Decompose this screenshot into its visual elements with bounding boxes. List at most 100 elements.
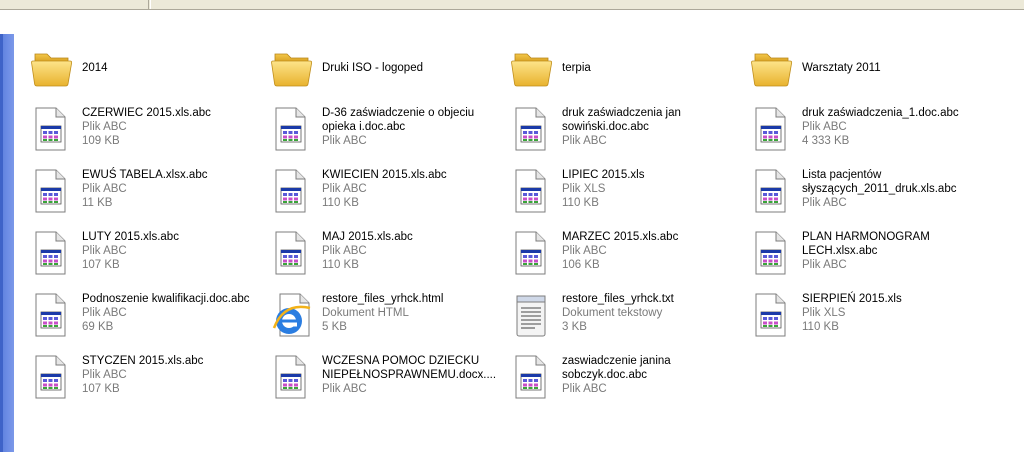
item-size: 11 KB bbox=[82, 197, 113, 209]
spreadsheet-file-icon bbox=[750, 106, 794, 156]
item-name: druk zaświadczenia_1.doc.abc bbox=[802, 107, 959, 119]
spreadsheet-file-icon bbox=[30, 354, 74, 404]
item-type: Plik ABC bbox=[322, 245, 367, 257]
file-item[interactable]: restore_files_yrhck.txt Dokument tekstowy… bbox=[502, 292, 740, 352]
item-type: Plik ABC bbox=[82, 307, 127, 319]
file-item[interactable]: MAJ 2015.xls.abc Plik ABC 110 KB bbox=[262, 230, 500, 290]
spreadsheet-file-icon bbox=[30, 106, 74, 156]
file-item[interactable]: WCZESNA POMOC DZIECKU NIEPEŁNOSPRAWNEMU.d… bbox=[262, 354, 500, 414]
internet-explorer-html-icon bbox=[270, 292, 314, 342]
item-details: Druki ISO - logoped bbox=[322, 61, 502, 75]
file-item[interactable]: MARZEC 2015.xls.abc Plik ABC 106 KB bbox=[502, 230, 740, 290]
spreadsheet-file-icon bbox=[30, 230, 74, 280]
spreadsheet-file-icon bbox=[510, 106, 554, 156]
item-type: Plik ABC bbox=[802, 197, 847, 209]
file-item[interactable]: druk zaświadczenia jan sowiński.doc.abc Pl… bbox=[502, 106, 740, 166]
item-details: CZERWIEC 2015.xls.abc Plik ABC 109 KB bbox=[82, 106, 262, 148]
item-type: Plik ABC bbox=[322, 383, 367, 395]
item-details: EWUŚ TABELA.xlsx.abc Plik ABC 11 KB bbox=[82, 168, 262, 210]
folder-icon bbox=[510, 44, 554, 94]
item-type: Dokument HTML bbox=[322, 307, 409, 319]
item-name: PLAN HARMONOGRAM bbox=[802, 231, 930, 243]
file-item[interactable]: druk zaświadczenia_1.doc.abc Plik ABC 4 33… bbox=[742, 106, 980, 166]
item-name-line2: opieka i.doc.abc bbox=[322, 121, 406, 133]
spreadsheet-file-icon bbox=[270, 230, 314, 280]
item-details: SIERPIEŃ 2015.xls Plik XLS 110 KB bbox=[802, 292, 982, 334]
item-details: druk zaświadczenia jan sowiński.doc.abc Pl… bbox=[562, 106, 742, 148]
item-size: 109 KB bbox=[82, 135, 120, 147]
item-name: LUTY 2015.xls.abc bbox=[82, 231, 179, 243]
item-size: 110 KB bbox=[322, 197, 359, 209]
item-size: 106 KB bbox=[562, 259, 600, 271]
folder-item[interactable]: Druki ISO - logoped bbox=[262, 44, 500, 104]
item-type: Plik ABC bbox=[82, 245, 127, 257]
item-details: PLAN HARMONOGRAM LECH.xlsx.abc Plik ABC bbox=[802, 230, 982, 272]
file-item[interactable]: zaswiadczenie janina sobczyk.doc.abc Plik … bbox=[502, 354, 740, 414]
item-name: WCZESNA POMOC DZIECKU bbox=[322, 355, 480, 367]
item-name-line2: LECH.xlsx.abc bbox=[802, 245, 878, 257]
toolbar-strip bbox=[0, 0, 1024, 10]
item-size: 107 KB bbox=[82, 383, 120, 395]
item-type: Plik ABC bbox=[802, 259, 847, 271]
item-details: zaswiadczenie janina sobczyk.doc.abc Plik … bbox=[562, 354, 742, 396]
item-name: Podnoszenie kwalifikacji.doc.abc bbox=[82, 293, 250, 305]
item-size: 4 333 KB bbox=[802, 135, 850, 147]
file-item[interactable]: PLAN HARMONOGRAM LECH.xlsx.abc Plik ABC bbox=[742, 230, 980, 290]
item-type: Plik ABC bbox=[562, 245, 607, 257]
item-details: LIPIEC 2015.xls Plik XLS 110 KB bbox=[562, 168, 742, 210]
item-type: Plik ABC bbox=[82, 183, 127, 195]
item-size: 110 KB bbox=[802, 321, 839, 333]
item-details: restore_files_yrhck.html Dokument HTML 5 K… bbox=[322, 292, 502, 334]
item-size: 110 KB bbox=[562, 197, 599, 209]
item-name-line2: sobczyk.doc.abc bbox=[562, 369, 648, 381]
item-type: Plik ABC bbox=[322, 183, 367, 195]
item-size: 110 KB bbox=[322, 259, 359, 271]
file-item[interactable]: Podnoszenie kwalifikacji.doc.abc Plik ABC… bbox=[22, 292, 260, 352]
file-item[interactable]: D-36 zaświadczenie o objeciu opieka i.doc… bbox=[262, 106, 500, 166]
item-name-line2: NIEPEŁNOSPRAWNEMU.docx.... bbox=[322, 369, 497, 381]
item-details: D-36 zaświadczenie o objeciu opieka i.doc… bbox=[322, 106, 502, 148]
file-item[interactable]: LIPIEC 2015.xls Plik XLS 110 KB bbox=[502, 168, 740, 228]
item-size: 5 KB bbox=[322, 321, 347, 333]
file-item[interactable]: restore_files_yrhck.html Dokument HTML 5 K… bbox=[262, 292, 500, 352]
file-item[interactable]: SIERPIEŃ 2015.xls Plik XLS 110 KB bbox=[742, 292, 980, 352]
item-type: Plik ABC bbox=[82, 121, 127, 133]
item-details: LUTY 2015.xls.abc Plik ABC 107 KB bbox=[82, 230, 262, 272]
folder-item[interactable]: 2014 bbox=[22, 44, 260, 104]
item-type: Plik ABC bbox=[562, 135, 607, 147]
folder-icon bbox=[30, 44, 74, 94]
spreadsheet-file-icon bbox=[750, 168, 794, 218]
item-details: STYCZEN 2015.xls.abc Plik ABC 107 KB bbox=[82, 354, 262, 396]
file-item[interactable]: Lista pacjentów słyszących_2011_druk.xls.… bbox=[742, 168, 980, 228]
item-name: D-36 zaświadczenie o objeciu bbox=[322, 107, 475, 119]
item-name: zaswiadczenie janina bbox=[562, 355, 671, 367]
spreadsheet-file-icon bbox=[270, 168, 314, 218]
file-item[interactable]: CZERWIEC 2015.xls.abc Plik ABC 109 KB bbox=[22, 106, 260, 166]
folder-item[interactable]: terpia bbox=[502, 44, 740, 104]
item-details: druk zaświadczenia_1.doc.abc Plik ABC 4 33… bbox=[802, 106, 982, 148]
item-details: KWIECIEN 2015.xls.abc Plik ABC 110 KB bbox=[322, 168, 502, 210]
file-list[interactable]: 2014 Druki ISO - logoped terpia Warsztat… bbox=[14, 34, 1024, 452]
item-name-line2: sowiński.doc.abc bbox=[562, 121, 649, 133]
folder-icon bbox=[270, 44, 314, 94]
item-details: Lista pacjentów słyszących_2011_druk.xls.… bbox=[802, 168, 982, 210]
item-type: Plik ABC bbox=[562, 383, 607, 395]
file-item[interactable]: KWIECIEN 2015.xls.abc Plik ABC 110 KB bbox=[262, 168, 500, 228]
item-type: Plik ABC bbox=[322, 135, 367, 147]
spreadsheet-file-icon bbox=[30, 292, 74, 342]
text-document-icon bbox=[510, 292, 554, 342]
item-type: Plik XLS bbox=[802, 307, 846, 319]
item-name: CZERWIEC 2015.xls.abc bbox=[82, 107, 211, 119]
item-name: Warsztaty 2011 bbox=[802, 62, 881, 74]
item-name: SIERPIEŃ 2015.xls bbox=[802, 293, 902, 305]
item-details: restore_files_yrhck.txt Dokument tekstowy… bbox=[562, 292, 742, 334]
file-item[interactable]: STYCZEN 2015.xls.abc Plik ABC 107 KB bbox=[22, 354, 260, 414]
task-pane bbox=[0, 34, 14, 452]
folder-item[interactable]: Warsztaty 2011 bbox=[742, 44, 980, 104]
toolbar-separator bbox=[148, 0, 149, 9]
item-name: MAJ 2015.xls.abc bbox=[322, 231, 413, 243]
item-type: Plik ABC bbox=[802, 121, 847, 133]
header-spacer bbox=[0, 10, 1024, 34]
file-item[interactable]: LUTY 2015.xls.abc Plik ABC 107 KB bbox=[22, 230, 260, 290]
file-item[interactable]: EWUŚ TABELA.xlsx.abc Plik ABC 11 KB bbox=[22, 168, 260, 228]
